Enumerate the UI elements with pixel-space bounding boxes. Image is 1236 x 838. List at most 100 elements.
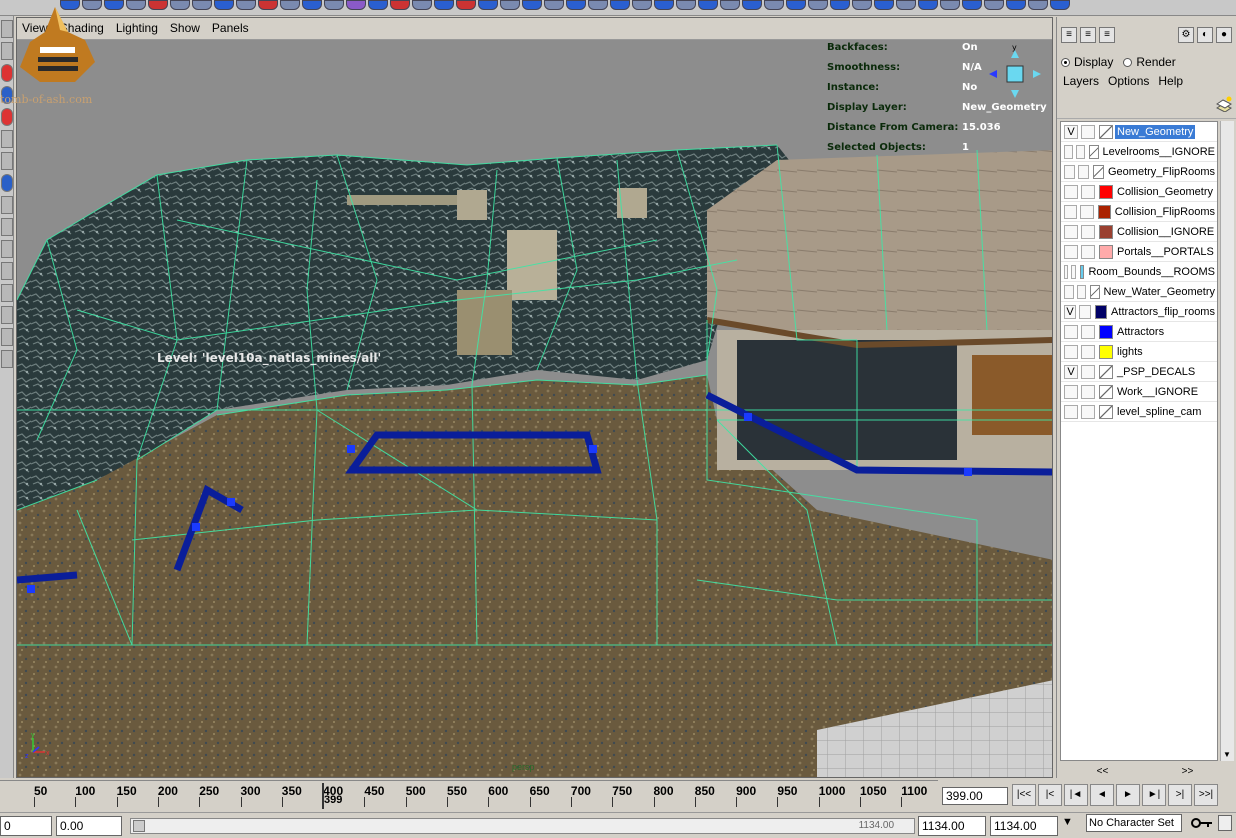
soft-mod-tool-icon[interactable] [1,152,13,170]
layer-visibility-toggle[interactable]: V [1064,124,1078,139]
shelf-tool-icon[interactable] [852,0,872,10]
layer-row-room-bounds-rooms[interactable]: Room_Bounds__ROOMS [1061,262,1217,282]
layer-visibility-toggle[interactable] [1064,264,1069,279]
layer-row-new-water-geometry[interactable]: New_Water_Geometry [1061,282,1217,302]
shelf-tool-icon[interactable] [1050,0,1070,10]
layer-type-toggle[interactable] [1078,164,1089,179]
shelf-tool-icon[interactable] [720,0,740,10]
shelf-tool-icon[interactable] [412,0,432,10]
layer-visibility-toggle[interactable]: V [1064,364,1078,379]
tool-settings-icon[interactable]: ⚙ [1178,27,1194,43]
layer-type-toggle[interactable] [1079,304,1092,319]
shelf-tool-icon[interactable] [434,0,454,10]
shelf-tool-icon[interactable] [830,0,850,10]
shelf-tool-icon[interactable] [258,0,278,10]
layer-row-portals-portals[interactable]: Portals__PORTALS [1061,242,1217,262]
range-slider-handle[interactable] [133,820,145,832]
auto-key-icon[interactable] [1190,815,1214,831]
menu-help[interactable]: Help [1158,74,1183,88]
channel-box-icon[interactable]: ≡ [1061,27,1077,43]
shelf-tool-icon[interactable] [170,0,190,10]
last-tool-icon[interactable] [1,196,13,214]
layer-visibility-toggle[interactable] [1064,164,1075,179]
go-to-end-button[interactable]: >>| [1194,784,1218,806]
layer-color-swatch[interactable] [1099,184,1113,199]
menu-lighting[interactable]: Lighting [116,21,158,39]
render-radio-icon[interactable] [1123,58,1133,68]
layer-row-collision-geometry[interactable]: Collision_Geometry [1061,182,1217,202]
shelf-tool-icon[interactable] [918,0,938,10]
shelf-tool-icon[interactable] [456,0,476,10]
view-cube-icon[interactable]: y [985,44,1045,104]
layer-visibility-toggle[interactable] [1064,284,1074,299]
shelf-tool-icon[interactable] [632,0,652,10]
layout-custom-icon[interactable] [1,350,13,368]
layer-color-swatch[interactable] [1099,324,1113,339]
layer-color-swatch[interactable] [1099,384,1113,399]
shelf-tool-icon[interactable] [280,0,300,10]
layer-row-collision-ignore[interactable]: Collision__IGNORE [1061,222,1217,242]
layout-side-icon[interactable] [1,262,13,280]
layer-color-swatch[interactable] [1099,124,1113,139]
playback-start-field[interactable]: 0.00 [56,816,122,836]
layer-visibility-toggle[interactable] [1064,384,1078,399]
shelf-tool-icon[interactable] [236,0,256,10]
play-backwards-button[interactable]: ◄ [1090,784,1114,806]
layer-color-swatch[interactable] [1079,264,1085,279]
shelf-tool-icon[interactable] [1028,0,1048,10]
layer-row-levelrooms-ignore[interactable]: Levelrooms__IGNORE [1061,142,1217,162]
layer-type-toggle[interactable] [1081,404,1095,419]
shelf-tool-icon[interactable] [654,0,674,10]
layer-color-swatch[interactable] [1089,144,1099,159]
layer-row-psp-decals[interactable]: V _PSP_DECALS [1061,362,1217,382]
shelf-tool-icon[interactable] [610,0,630,10]
layer-color-swatch[interactable] [1099,364,1113,379]
render-settings-icon[interactable]: ◐ [1197,27,1213,43]
playback-end-field[interactable]: 1134.00 [918,816,986,836]
layer-type-toggle[interactable] [1081,324,1095,339]
shelf-tool-icon[interactable] [148,0,168,10]
current-frame-field[interactable]: 399.00 [942,787,1008,805]
attribute-editor-icon[interactable]: ≡ [1099,27,1115,43]
shelf-tool-icon[interactable] [896,0,916,10]
shelf-tool-icon[interactable] [588,0,608,10]
layer-row-attractors-flip-rooms[interactable]: V Attractors_flip_rooms [1061,302,1217,322]
animation-preferences-icon[interactable] [1218,815,1232,831]
shelf-tool-icon[interactable] [324,0,344,10]
layout-hypergraph-icon[interactable] [1,328,13,346]
shelf-tool-icon[interactable] [566,0,586,10]
shelf-tool-icon[interactable] [1006,0,1026,10]
step-forward-key-button[interactable]: ►| [1142,784,1166,806]
layer-type-toggle[interactable] [1081,244,1095,259]
new-layer-icon[interactable] [1215,96,1233,112]
shelf-tool-icon[interactable] [390,0,410,10]
step-back-key-button[interactable]: |◄ [1064,784,1088,806]
display-radio[interactable]: Display [1061,55,1113,69]
layer-visibility-toggle[interactable] [1064,224,1078,239]
layout-four-icon[interactable] [1,240,13,258]
layout-single-icon[interactable] [1,218,13,236]
color-icon[interactable]: ● [1216,27,1232,43]
layer-list-scrollbar[interactable]: ▼ [1220,121,1234,761]
layer-type-toggle[interactable] [1076,144,1086,159]
go-to-start-button[interactable]: |<< [1012,784,1036,806]
shelf-tool-icon[interactable] [478,0,498,10]
layer-visibility-toggle[interactable] [1064,404,1078,419]
step-forward-frame-button[interactable]: >| [1168,784,1192,806]
shelf-tool-icon[interactable] [346,0,366,10]
character-set-dropdown-icon[interactable]: ▼ [1062,816,1073,828]
layer-type-toggle[interactable] [1071,264,1076,279]
layer-color-swatch[interactable] [1099,404,1113,419]
layer-visibility-toggle[interactable] [1064,344,1078,359]
animation-end-field[interactable]: 1134.00 [990,816,1058,836]
menu-panels[interactable]: Panels [212,21,249,39]
layer-type-toggle[interactable] [1081,224,1095,239]
perspective-viewport[interactable]: View Shading Lighting Show Panels Backfa… [16,17,1053,778]
shelf-tool-icon[interactable] [676,0,696,10]
layer-row-level-spline-cam[interactable]: level_spline_cam [1061,402,1217,422]
shelf-tool-icon[interactable] [940,0,960,10]
channel-layer-icon[interactable]: ≡ [1080,27,1096,43]
layer-row-lights[interactable]: lights [1061,342,1217,362]
shelf-tool-icon[interactable] [764,0,784,10]
layer-visibility-toggle[interactable] [1064,244,1078,259]
